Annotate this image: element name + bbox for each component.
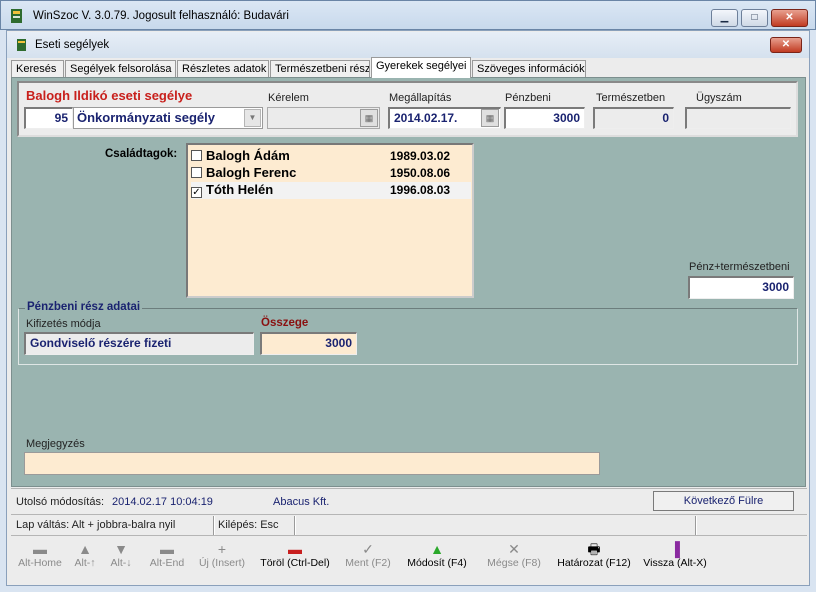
arrow-up-icon: ▲ [78, 541, 92, 557]
member-date: 1989.03.02 [390, 149, 451, 163]
checkbox[interactable] [191, 150, 202, 161]
lastmod-datetime: 2014.02.17 10:04:19 [112, 496, 213, 508]
next-tab-button[interactable]: Következő Fülre [653, 491, 794, 511]
termeszetben-field[interactable]: 0 [593, 107, 674, 129]
close-child-button[interactable]: ✕ [770, 37, 802, 53]
member-name: Tóth Helén [206, 182, 274, 197]
child-logo-icon [15, 38, 29, 52]
toolbar-label: Új (Insert) [198, 557, 246, 569]
chevron-down-icon[interactable]: ▼ [244, 109, 261, 127]
tab-reszletes-adatok[interactable]: Részletes adatok [177, 60, 269, 77]
member-date: 1950.08.06 [390, 166, 451, 180]
member-date: 1996.08.03 [390, 183, 451, 197]
total-label: Pénz+természetbeni [689, 261, 790, 273]
payment-method-field[interactable]: Gondviselő részére fizeti [24, 332, 254, 355]
next-record-button[interactable]: ▼ Alt-↓ [106, 541, 136, 577]
ugyszam-field[interactable] [685, 107, 791, 129]
toolbar-label: Mégse (F8) [487, 557, 541, 569]
delete-icon: ▬ [288, 541, 302, 557]
delete-button[interactable]: ▬ Töröl (Ctrl-Del) [259, 541, 331, 577]
status-exit: Kilépés: Esc [218, 519, 279, 531]
penzbeni-label: Pénzbeni [505, 92, 551, 104]
save-button[interactable]: ✓ Ment (F2) [343, 541, 393, 577]
kifizetes-label: Kifizetés módja [26, 318, 101, 330]
money-group-title: Pénzbeni rész adatai [25, 301, 143, 313]
tab-segelyek-felsorolasa[interactable]: Segélyek felsorolása [65, 60, 176, 77]
member-name: Balogh Ádám [206, 148, 290, 163]
toolbar-label: Alt-↑ [74, 557, 96, 569]
toolbar-label: Alt-End [149, 557, 185, 569]
last-record-button[interactable]: ▬ Alt-End [146, 541, 188, 577]
family-list[interactable]: Balogh Ádám 1989.03.02 Balogh Ferenc 195… [186, 143, 474, 298]
app-logo-icon [9, 8, 25, 24]
status-divider [695, 516, 697, 535]
app-title: WinSzoc V. 3.0.79. Jogosult felhasználó:… [33, 10, 289, 22]
osszege-label: Összege [261, 317, 309, 329]
member-name: Balogh Ferenc [206, 165, 297, 180]
tab-szoveges-informaciok[interactable]: Szöveges információk [472, 60, 586, 77]
first-record-button[interactable]: ▬ Alt-Home [16, 541, 64, 577]
back-button[interactable]: ▐ Vissza (Alt-X) [642, 541, 708, 577]
exit-door-icon: ▐ [670, 541, 680, 557]
first-record-icon: ▬ [33, 541, 47, 557]
tab-gyerekek-segelyei[interactable]: Gyerekek segélyei [371, 57, 471, 78]
close-app-button[interactable]: ✕ [771, 9, 808, 27]
toolbar-label: Alt-Home [18, 557, 62, 569]
child-title-bar[interactable]: Eseti segélyek ✕ [7, 32, 809, 58]
check-icon: ✓ [362, 541, 374, 557]
last-record-icon: ▬ [160, 541, 174, 557]
checkbox-checked[interactable]: ✓ [191, 187, 202, 198]
maximize-button[interactable]: □ [741, 9, 768, 27]
status-divider [213, 516, 215, 535]
megallapitas-label: Megállapítás [389, 92, 452, 104]
ugyszam-label: Ügyszám [696, 92, 742, 104]
toolbar-label: Módosít (F4) [407, 557, 467, 569]
modify-button[interactable]: ▲ Módosít (F4) [406, 541, 468, 577]
status-divider [294, 516, 296, 535]
new-button[interactable]: + Új (Insert) [196, 541, 248, 577]
plus-icon: + [217, 541, 227, 557]
app-title-bar[interactable]: WinSzoc V. 3.0.79. Jogosult felhasználó:… [0, 0, 816, 30]
csaladtagok-label: Családtagok: [105, 148, 178, 160]
note-field[interactable] [24, 452, 600, 475]
arrow-down-icon: ▼ [114, 541, 128, 557]
aid-type-select[interactable]: Önkormányzati segély ▼ [73, 107, 263, 129]
toolbar-label: Töröl (Ctrl-Del) [260, 557, 330, 569]
close-icon: ✕ [508, 541, 520, 557]
kerelem-label: Kérelem [268, 92, 309, 104]
list-item[interactable]: Balogh Ferenc 1950.08.06 [191, 165, 469, 182]
calendar-icon[interactable]: ▦ [481, 109, 499, 127]
decision-button[interactable]: 🖶 Határozat (F12) [556, 541, 632, 577]
toolbar-label: Vissza (Alt-X) [643, 557, 707, 569]
aid-title: Balogh Ildikó eseti segélye [26, 88, 193, 103]
penzbeni-field[interactable]: 3000 [504, 107, 585, 129]
termeszetben-label: Természetben [596, 92, 666, 104]
calendar-icon[interactable]: ▦ [360, 109, 378, 127]
toolbar-label: Határozat (F12) [557, 557, 631, 569]
aid-code-field[interactable]: 95 [24, 107, 73, 129]
printer-icon: 🖶 [587, 541, 601, 557]
lastmod-company: Abacus Kft. [273, 496, 330, 508]
status-hint: Lap váltás: Alt + jobbra-balra nyil [16, 519, 176, 531]
lastmod-label: Utolsó módosítás: [16, 496, 105, 508]
child-title: Eseti segélyek [35, 39, 110, 51]
prev-record-button[interactable]: ▲ Alt-↑ [70, 541, 100, 577]
amount-field[interactable]: 3000 [260, 332, 357, 355]
minimize-button[interactable]: ▁ [711, 9, 738, 27]
tab-kereses[interactable]: Keresés [11, 60, 64, 77]
cancel-button[interactable]: ✕ Mégse (F8) [485, 541, 543, 577]
toolbar-label: Alt-↓ [110, 557, 132, 569]
tab-termeszetbeni-resz[interactable]: Természetbeni rész [270, 60, 370, 77]
checkbox[interactable] [191, 167, 202, 178]
toolbar-label: Ment (F2) [345, 557, 391, 569]
list-item[interactable]: Balogh Ádám 1989.03.02 [191, 148, 469, 165]
megjegyzes-label: Megjegyzés [26, 438, 85, 450]
total-field[interactable]: 3000 [688, 276, 794, 299]
arrow-up-icon: ▲ [430, 541, 444, 557]
list-item-selected[interactable]: ✓ Tóth Helén 1996.08.03 [191, 182, 471, 199]
aid-type-value: Önkormányzati segély [77, 110, 215, 125]
